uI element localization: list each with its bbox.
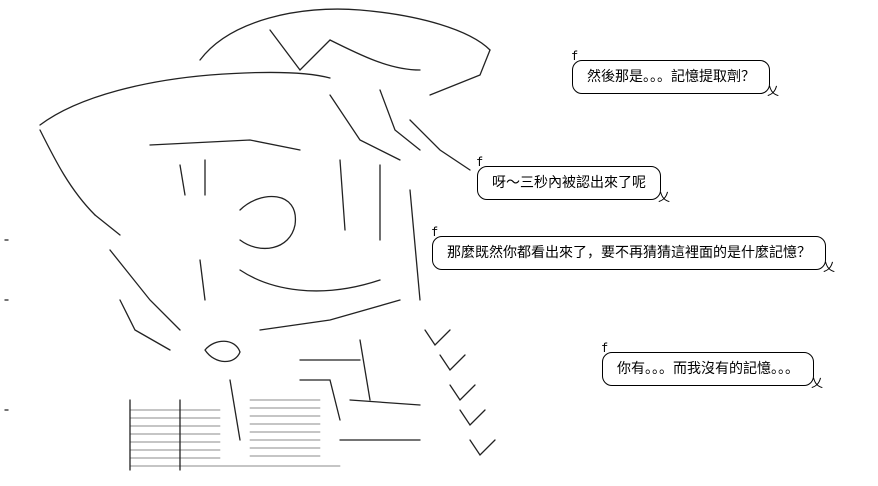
speech-bubble-1: f 然後那是。。。記憶提取劑？ 乂 — [571, 49, 779, 98]
ascii-art-scene: f 然後那是。。。記憶提取劑？ 乂 f 呀～三秒內被認出來了呢 乂 f 那麼既然… — [0, 0, 878, 486]
bubble-tail: 乂 — [810, 376, 823, 390]
bubble-tag: f — [571, 49, 579, 63]
speech-bubble-2: f 呀～三秒內被認出來了呢 乂 — [476, 155, 670, 204]
bubble-text: 你有。。。而我沒有的記憶。。。 — [617, 361, 799, 377]
bubble-tag: f — [431, 225, 439, 239]
bubble-tail: 乂 — [766, 84, 779, 98]
bubble-tail: 乂 — [657, 190, 670, 204]
bubble-text: 那麼既然你都看出來了，要不再猜猜這裡面的是什麼記憶？ — [447, 245, 811, 261]
speech-bubble-4: f 你有。。。而我沒有的記憶。。。 乂 — [601, 341, 823, 390]
speech-bubble-3: f 那麼既然你都看出來了，要不再猜猜這裡面的是什麼記憶？ 乂 — [431, 225, 835, 274]
bubble-tag: f — [601, 341, 609, 355]
bubble-tail: 乂 — [822, 260, 835, 274]
bubble-text: 然後那是。。。記憶提取劑？ — [587, 69, 755, 85]
bubble-text: 呀～三秒內被認出來了呢 — [492, 175, 646, 191]
bubble-tag: f — [476, 155, 484, 169]
